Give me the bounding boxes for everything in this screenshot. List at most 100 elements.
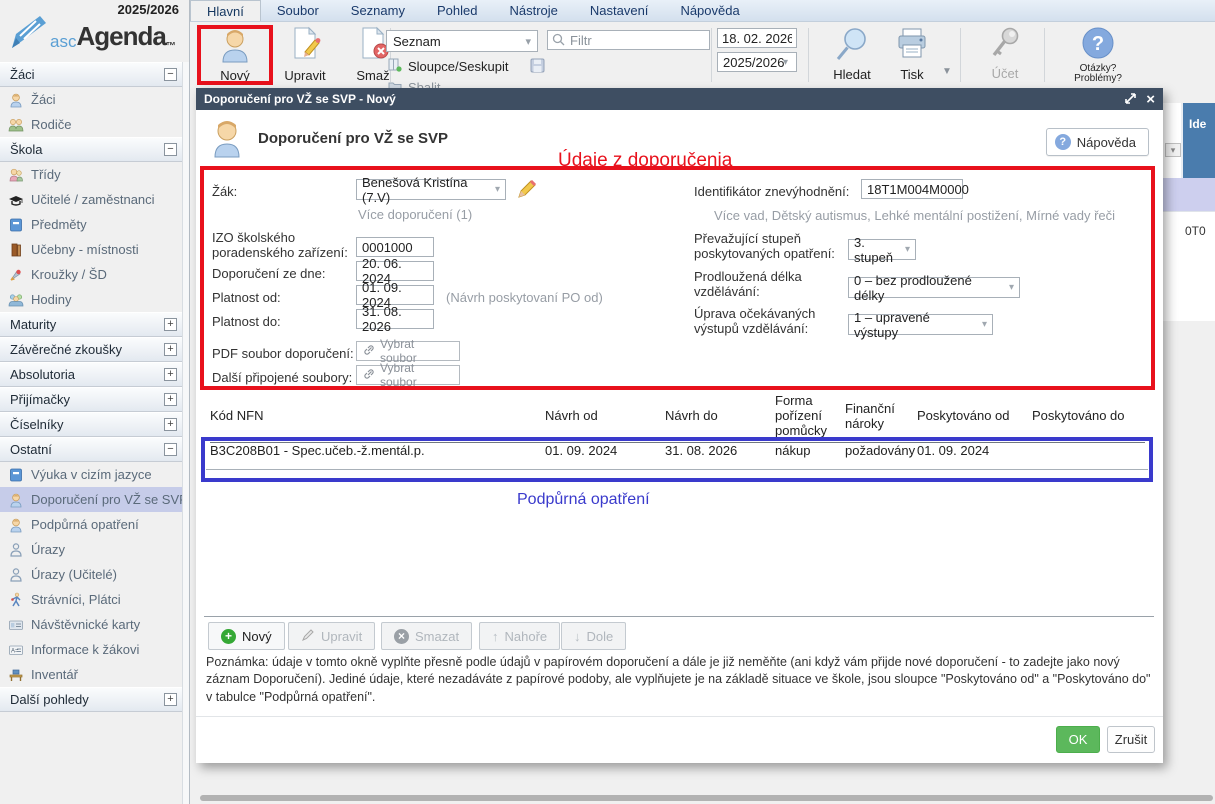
- sidebar-item-urazy-ucitele[interactable]: Úrazy (Učitelé): [0, 562, 189, 587]
- sidebar-section-maturity[interactable]: Maturity +: [0, 312, 189, 337]
- table-new-button[interactable]: + Nový: [208, 622, 285, 650]
- view-select[interactable]: Seznam ▾: [386, 30, 538, 52]
- sidebar-section-dalsi-pohledy[interactable]: Další pohledy +: [0, 687, 189, 712]
- sidebar-item-predmety[interactable]: Předměty: [0, 212, 189, 237]
- valid-to-input[interactable]: 31. 08. 2026: [356, 309, 434, 329]
- sidebar-section-zaverecne-zkousky[interactable]: Závěrečné zkoušky +: [0, 337, 189, 362]
- sidebar-item-tridy[interactable]: Třídy: [0, 162, 189, 187]
- background-table-row[interactable]: 0T0: [1155, 211, 1215, 321]
- print-dropdown-icon[interactable]: ▼: [942, 66, 952, 77]
- menu-tab-napoveda[interactable]: Nápověda: [664, 0, 755, 21]
- magnifier-icon: [834, 26, 870, 66]
- print-button[interactable]: Tisk: [884, 26, 940, 84]
- edit-label: Upravit: [284, 68, 325, 83]
- close-icon[interactable]: ×: [1146, 93, 1155, 106]
- cancel-button[interactable]: Zrušit: [1107, 726, 1155, 753]
- new-record-button[interactable]: Nový: [204, 26, 266, 84]
- valid-from-input[interactable]: 01. 09. 2024: [356, 285, 434, 305]
- filter-dropdown-icon[interactable]: ▾: [1165, 143, 1181, 157]
- student-select[interactable]: Benešová Kristína (7.V) ▾: [356, 179, 506, 200]
- cell-kod-nfn: B3C208B01 - Spec.učeb.-ž.mentál.p.: [210, 443, 545, 458]
- filter-box[interactable]: [547, 30, 710, 50]
- pdf-file-button[interactable]: Vybrat soubor: [356, 341, 460, 361]
- outputs-select[interactable]: 1 – upravené výstupy ▾: [848, 314, 993, 335]
- expand-toggle-icon[interactable]: +: [164, 343, 177, 356]
- expand-toggle-icon[interactable]: +: [164, 693, 177, 706]
- sidebar-item-ucitele[interactable]: Učitelé / zaměstnanci: [0, 187, 189, 212]
- resize-icon[interactable]: [1125, 93, 1136, 106]
- sidebar-item-rodice[interactable]: Rodiče: [0, 112, 189, 137]
- zak-label: Žák:: [212, 184, 237, 199]
- save-view-icon[interactable]: [530, 58, 545, 76]
- background-column-header[interactable]: Ide: [1181, 103, 1215, 178]
- columns-group-button[interactable]: Sloupce/Seskupit: [388, 58, 508, 75]
- menu-tab-nastroje[interactable]: Nástroje: [493, 0, 573, 21]
- extended-length-select[interactable]: 0 – bez prodloužené délky ▾: [848, 277, 1020, 298]
- current-date-input[interactable]: [717, 28, 797, 48]
- sidebar-item-doporuceni-pro-vz-se-svp[interactable]: Doporučení pro VŽ se SVP: [0, 487, 189, 512]
- sidebar-item-navstevnicke-karty[interactable]: Návštěvnické karty: [0, 612, 189, 637]
- sidebar-item-stravnici-platci[interactable]: Strávníci, Plátci: [0, 587, 189, 612]
- sidebar-item-krouzky[interactable]: Kroužky / ŠD: [0, 262, 189, 287]
- degree-select[interactable]: 3. stupeň ▾: [848, 239, 916, 260]
- sidebar-section-absolutoria[interactable]: Absolutoria +: [0, 362, 189, 387]
- help-questions-label: Otázky?Problémy?: [1074, 64, 1122, 84]
- expand-toggle-icon[interactable]: +: [164, 418, 177, 431]
- identifier-input[interactable]: 18T1M004M0000: [861, 179, 963, 199]
- menu-tab-seznamy[interactable]: Seznamy: [335, 0, 421, 21]
- search-button[interactable]: Hledat: [822, 26, 882, 84]
- expand-toggle-icon[interactable]: +: [164, 393, 177, 406]
- move-up-button[interactable]: ↑ Nahoře: [479, 622, 560, 650]
- menu-tab-nastaveni[interactable]: Nastavení: [574, 0, 665, 21]
- collapse-toggle-icon[interactable]: −: [164, 68, 177, 81]
- sidebar-item-urazy[interactable]: Úrazy: [0, 537, 189, 562]
- date-field[interactable]: [717, 28, 797, 48]
- outputs-label: Úprava očekávanýchvýstupů vzdělávání:: [694, 306, 815, 336]
- sidebar-section-zaci[interactable]: Žáci −: [0, 62, 189, 87]
- school-year-select[interactable]: ▾: [717, 52, 788, 72]
- sidebar-item-ucebny[interactable]: Učebny - místnosti: [0, 237, 189, 262]
- cell-navrh-do: 31. 08. 2026: [665, 443, 775, 458]
- edit-record-button[interactable]: Upravit: [274, 26, 336, 84]
- horizontal-scrollbar[interactable]: [200, 795, 1213, 801]
- move-down-button[interactable]: ↓ Dole: [561, 622, 626, 650]
- collapse-toggle-icon[interactable]: −: [164, 143, 177, 156]
- attachments-button[interactable]: Vybrat soubor: [356, 365, 460, 385]
- menu-tab-pohled[interactable]: Pohled: [421, 0, 493, 21]
- dialog-titlebar[interactable]: Doporučení pro VŽ se SVP - Nový ×: [196, 88, 1163, 110]
- edit-student-pencil-icon[interactable]: [516, 178, 538, 203]
- view-select-value: Seznam: [393, 34, 441, 49]
- more-recommendations-link[interactable]: Více doporučení (1): [358, 207, 472, 222]
- menu-tab-soubor[interactable]: Soubor: [261, 0, 335, 21]
- table-delete-button[interactable]: × Smazat: [381, 622, 472, 650]
- support-table-row[interactable]: B3C208B01 - Spec.učeb.-ž.mentál.p. 01. 0…: [210, 443, 1145, 458]
- sidebar-section-prijimacky[interactable]: Přijímačky +: [0, 387, 189, 412]
- expand-toggle-icon[interactable]: +: [164, 368, 177, 381]
- table-edit-button[interactable]: Upravit: [288, 622, 375, 650]
- sidebar-item-podpurna-opatreni[interactable]: Podpůrná opatření: [0, 512, 189, 537]
- classes-icon: [8, 167, 24, 183]
- sidebar-item-vyuka-v-cizim-jazyce[interactable]: Výuka v cizím jazyce: [0, 462, 189, 487]
- sidebar-item-hodiny[interactable]: Hodiny: [0, 287, 189, 312]
- account-button[interactable]: Účet: [976, 26, 1034, 84]
- filter-input[interactable]: [547, 30, 710, 50]
- sidebar-item-inventar[interactable]: Inventář: [0, 662, 189, 687]
- ok-button[interactable]: OK: [1056, 726, 1100, 753]
- recommendation-date-input[interactable]: 20. 06. 2024: [356, 261, 434, 281]
- sidebar-item-informace-k-zakovi[interactable]: A= Informace k žákovi: [0, 637, 189, 662]
- background-selected-row[interactable]: [1155, 178, 1215, 211]
- sidebar-section-skola[interactable]: Škola −: [0, 137, 189, 162]
- sidebar-section-ciselniky[interactable]: Číselníky +: [0, 412, 189, 437]
- school-year-input[interactable]: [717, 52, 797, 72]
- sidebar-scrollbar[interactable]: [182, 62, 189, 804]
- menu-bar: Hlavní Soubor Seznamy Pohled Nástroje Na…: [190, 0, 1215, 22]
- help-questions-button[interactable]: ? Otázky?Problémy?: [1062, 26, 1134, 84]
- sidebar-section-ostatni[interactable]: Ostatní −: [0, 437, 189, 462]
- collapse-toggle-icon[interactable]: −: [164, 443, 177, 456]
- expand-toggle-icon[interactable]: +: [164, 318, 177, 331]
- room-door-icon: [8, 242, 24, 258]
- menu-tab-hlavni[interactable]: Hlavní: [190, 0, 261, 21]
- help-button[interactable]: ? Nápověda: [1046, 128, 1149, 156]
- izo-input[interactable]: 0001000: [356, 237, 434, 257]
- sidebar-item-zaci[interactable]: Žáci: [0, 87, 189, 112]
